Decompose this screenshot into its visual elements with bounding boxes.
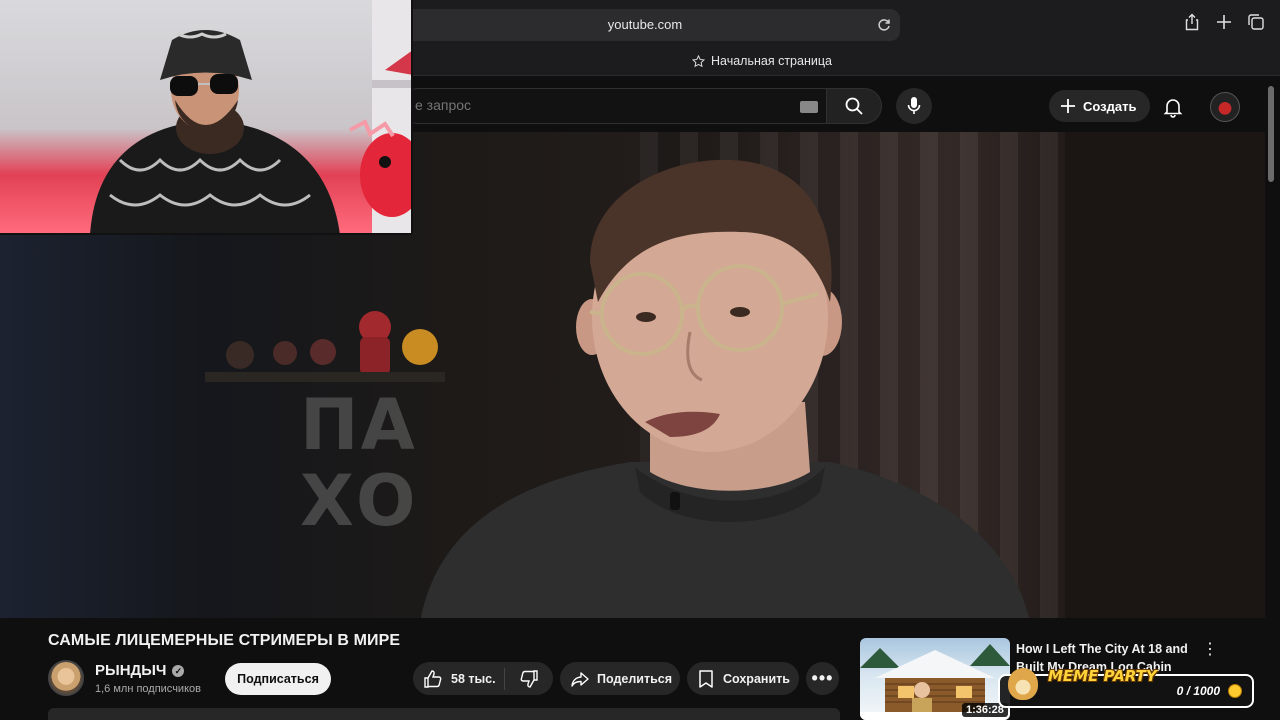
video-right-edge xyxy=(1065,132,1265,618)
keyboard-icon[interactable] xyxy=(800,101,818,113)
share-label: Поделиться xyxy=(597,671,673,686)
background-sign-line-2: ХО xyxy=(300,460,418,542)
shelf xyxy=(205,372,445,382)
address-text: youtube.com xyxy=(607,17,683,32)
search-button[interactable] xyxy=(826,88,882,124)
address-bar[interactable]: youtube.com xyxy=(390,9,900,41)
microphone-icon xyxy=(907,97,921,114)
page-scrollbar[interactable] xyxy=(1268,86,1274,182)
search-box[interactable] xyxy=(400,88,826,124)
thumbs-down-icon xyxy=(520,669,538,688)
share-button[interactable]: Поделиться xyxy=(560,662,680,695)
plus-icon xyxy=(1061,99,1075,113)
like-dislike-group: 58 тыс. xyxy=(413,662,553,695)
background-sign: ПА ХО xyxy=(300,387,417,539)
favorites-start-page[interactable]: Начальная страница xyxy=(692,54,832,68)
search-icon xyxy=(845,97,863,115)
reload-icon[interactable] xyxy=(876,17,892,33)
like-button[interactable]: 58 тыс. xyxy=(413,667,505,690)
coin-icon xyxy=(1228,684,1242,698)
video-speaker-image xyxy=(420,159,1029,618)
subscribe-button[interactable]: Подписаться xyxy=(225,663,331,695)
more-actions-button[interactable]: ••• xyxy=(806,662,839,695)
meme-party-progress: 0 / 1000 xyxy=(1176,684,1220,698)
subscriber-count: 1,6 млн подписчиков xyxy=(95,683,201,695)
share-arrow-icon xyxy=(571,671,589,687)
channel-name-text: РЫНДЫЧ xyxy=(95,662,167,679)
save-button[interactable]: Сохранить xyxy=(687,662,799,695)
verified-check-icon: ✓ xyxy=(172,664,185,677)
streamer-webcam xyxy=(0,0,413,235)
notifications-bell-icon[interactable] xyxy=(1162,96,1184,118)
create-label: Создать xyxy=(1083,98,1137,114)
channel-avatar[interactable] xyxy=(48,660,84,696)
video-title: САМЫЕ ЛИЦЕМЕРНЫЕ СТРИМЕРЫ В МИРЕ xyxy=(48,632,401,649)
recommendation-menu-button[interactable]: ⋮ xyxy=(1202,640,1218,660)
save-label: Сохранить xyxy=(723,671,790,686)
account-avatar[interactable] xyxy=(1210,92,1240,122)
bookmark-icon xyxy=(699,669,713,688)
new-tab-icon[interactable] xyxy=(1214,12,1234,32)
create-button[interactable]: Создать xyxy=(1049,90,1151,122)
share-icon[interactable] xyxy=(1182,12,1202,32)
search-input[interactable] xyxy=(415,97,775,113)
favorites-item-label: Начальная страница xyxy=(711,54,832,68)
voice-search-button[interactable] xyxy=(896,88,932,124)
tabs-overview-icon[interactable] xyxy=(1246,12,1266,32)
channel-name[interactable]: РЫНДЫЧ ✓ xyxy=(95,662,185,679)
background-sign-line-1: ПА xyxy=(300,384,417,466)
streamer-webcam-image xyxy=(90,0,411,233)
doge-icon xyxy=(1008,668,1038,700)
meme-party-overlay: MEME PARTY 0 / 1000 xyxy=(998,667,1254,708)
shelf-toys-image xyxy=(226,311,438,375)
like-count: 58 тыс. xyxy=(451,671,496,686)
description-box[interactable] xyxy=(48,708,840,720)
star-icon xyxy=(692,54,705,67)
meme-party-label: MEME PARTY xyxy=(1048,667,1157,685)
thumbs-up-icon xyxy=(424,669,442,688)
dislike-button[interactable] xyxy=(505,669,553,689)
